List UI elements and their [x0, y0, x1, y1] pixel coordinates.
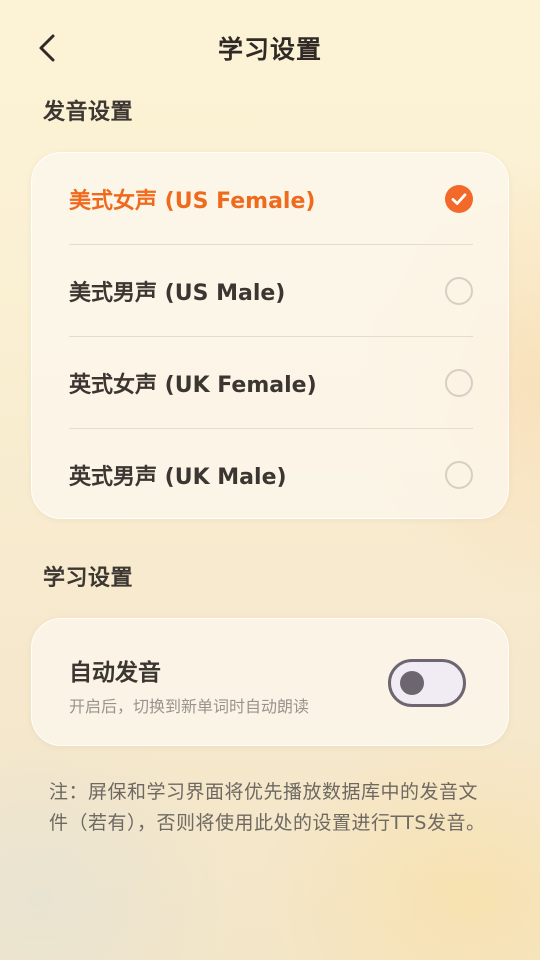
- radio-circle-icon: [445, 368, 473, 397]
- auto-play-card: 自动发音 开启后，切换到新单词时自动朗读: [31, 618, 509, 746]
- check-circle-icon: [445, 184, 473, 213]
- top-bar: 学习设置: [0, 0, 540, 98]
- section-title-pronunciation: 发音设置: [43, 100, 134, 125]
- auto-play-toggle[interactable]: [388, 659, 466, 707]
- section-title-learning: 学习设置: [43, 566, 134, 591]
- page-title: 学习设置: [217, 35, 322, 64]
- voice-option-us-male[interactable]: 美式男声 (US Male): [69, 245, 473, 336]
- voice-option-us-female[interactable]: 美式女声 (US Female): [69, 153, 473, 244]
- radio-circle-icon: [445, 276, 473, 305]
- voice-option-label: 美式女声 (US Female): [69, 188, 316, 214]
- radio-circle-icon: [445, 460, 473, 489]
- voice-options-card: 美式女声 (US Female) 美式男声 (US Male) 英式女声 (UK…: [31, 152, 509, 519]
- footnote: 注：屏保和学习界面将优先播放数据库中的发音文件（若有），否则将使用此处的设置进行…: [49, 781, 486, 834]
- voice-option-uk-male[interactable]: 英式男声 (UK Male): [69, 429, 473, 520]
- voice-option-label: 美式男声 (US Male): [69, 280, 286, 306]
- voice-option-label: 英式女声 (UK Female): [69, 372, 317, 398]
- auto-play-description: 开启后，切换到新单词时自动朗读: [69, 697, 310, 716]
- toggle-knob: [400, 671, 424, 695]
- voice-option-label: 英式男声 (UK Male): [69, 464, 287, 490]
- voice-option-uk-female[interactable]: 英式女声 (UK Female): [69, 337, 473, 428]
- auto-play-title: 自动发音: [69, 660, 161, 686]
